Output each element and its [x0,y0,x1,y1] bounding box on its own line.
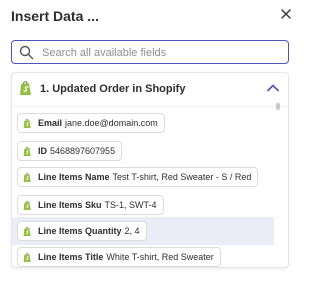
field-pill[interactable]: Line Items Quantity 2, 4 [17,221,147,241]
field-label: ID [38,146,47,156]
shopify-logo-icon [23,200,31,210]
shopify-logo-icon [20,81,31,95]
field-pill[interactable]: Line Items Sku TS-1, SWT-4 [17,195,164,215]
field-row[interactable]: Line Items Sku TS-1, SWT-4 [12,191,274,219]
field-value: 2, 4 [124,226,140,236]
scrollbar[interactable] [276,103,280,267]
search-icon [19,45,34,60]
field-row[interactable]: ID 5468897607955 [12,137,274,165]
shopify-logo-icon [23,146,31,156]
search-box[interactable] [11,40,289,64]
field-value: 5468897607955 [50,146,116,156]
dialog-title: Insert Data ... [11,8,99,24]
field-value: White T-shirt, Red Sweater [106,252,214,262]
chevron-up-icon[interactable] [267,83,279,93]
field-pill[interactable]: Line Items Name Test T-shirt, Red Sweater… [17,167,259,187]
dialog-header: Insert Data ... [0,0,300,40]
field-pill[interactable]: Email jane.doe@domain.com [17,113,165,133]
field-label: Line Items Quantity [38,226,122,236]
data-panel: 1. Updated Order in Shopify Email jane.do… [11,72,289,268]
field-value: jane.doe@domain.com [65,118,158,128]
field-row[interactable]: Line Items Quantity 2, 4 [12,217,274,245]
field-pill[interactable]: Line Items Title White T-shirt, Red Sweat… [17,247,221,267]
field-row[interactable]: Email jane.doe@domain.com [12,109,274,137]
scrollbar-thumb[interactable] [276,103,280,110]
field-pill[interactable]: ID 5468897607955 [17,141,123,161]
shopify-logo-icon [23,118,31,128]
field-label: Line Items Sku [38,200,102,210]
shopify-logo-icon [23,172,31,182]
field-row[interactable]: Line Items Title White T-shirt, Red Sweat… [12,243,274,267]
field-label: Line Items Name [38,172,110,182]
field-label: Line Items Title [38,252,104,262]
field-row[interactable]: Line Items Name Test T-shirt, Red Sweater… [12,163,274,191]
shopify-logo-icon [23,226,31,236]
field-label: Email [38,118,63,128]
field-value: TS-1, SWT-4 [104,200,157,210]
search-input[interactable] [42,44,282,61]
shopify-logo-icon [23,252,31,262]
group-title: 1. Updated Order in Shopify [40,83,186,95]
close-icon[interactable] [278,6,294,22]
group-header-shopify[interactable]: 1. Updated Order in Shopify [12,73,288,107]
field-value: Test T-shirt, Red Sweater - S / Red [112,172,252,182]
